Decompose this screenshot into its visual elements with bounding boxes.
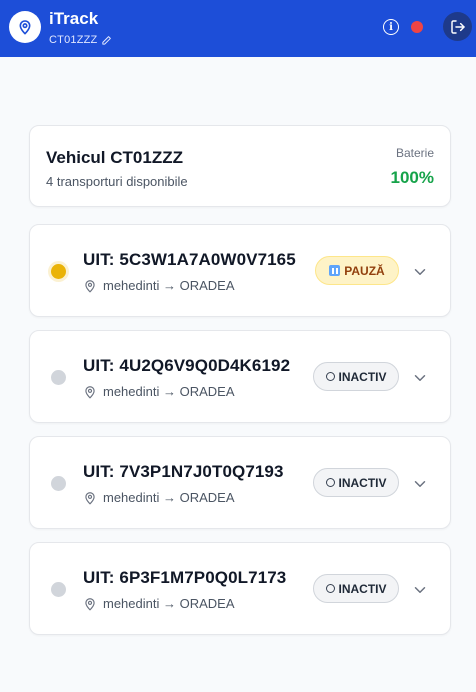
uit-code: UIT: 7V3P1N7J0T0Q7193 <box>83 462 284 481</box>
status-label: INACTIV <box>338 581 387 596</box>
route-text: mehedinti → ORADEA <box>103 278 235 293</box>
transport-status-dot <box>51 370 66 385</box>
map-pin-icon <box>85 597 95 610</box>
transport-status-dot <box>51 264 66 279</box>
transport-route: mehedinti → ORADEA <box>83 596 235 611</box>
app-header: iTrack CT01ZZZ i <box>0 0 476 57</box>
route-text: mehedinti → ORADEA <box>103 490 235 505</box>
status-label: INACTIV <box>338 475 387 490</box>
battery-label: Baterie <box>395 146 434 160</box>
status-badge-inactive[interactable]: INACTIV <box>313 362 399 391</box>
transport-route: mehedinti → ORADEA <box>83 384 235 399</box>
status-badge-inactive[interactable]: INACTIV <box>313 574 399 603</box>
ring-icon <box>325 584 335 593</box>
connection-status-dot <box>411 21 423 33</box>
route-text: mehedinti → ORADEA <box>103 384 235 399</box>
route-text: mehedinti → ORADEA <box>103 596 235 611</box>
logout-icon <box>450 19 465 34</box>
status-label: PAUZĂ <box>344 263 385 278</box>
vehicle-summary-card: Vehicul CT01ZZZ 4 transporturi disponibi… <box>29 125 451 207</box>
ring-icon <box>325 372 335 381</box>
ring-icon <box>325 478 335 487</box>
map-pin-icon <box>85 385 95 398</box>
pause-icon <box>329 265 341 276</box>
transport-card[interactable]: UIT: 6P3F1M7P0Q0L7173 mehedinti → ORADEA… <box>29 542 451 635</box>
transport-route: mehedinti → ORADEA <box>83 278 235 293</box>
info-icon[interactable]: i <box>383 19 399 35</box>
status-badge-pause[interactable]: PAUZĂ <box>315 256 399 285</box>
location-pin-logo-icon <box>9 11 41 43</box>
battery-value: 100% <box>390 168 434 187</box>
transport-status-dot <box>51 582 66 597</box>
status-label: INACTIV <box>338 369 387 384</box>
vehicle-title: Vehicul CT01ZZZ <box>46 148 183 167</box>
vehicle-plate-edit[interactable]: CT01ZZZ <box>49 34 112 46</box>
logout-button[interactable] <box>443 12 472 41</box>
map-pin-icon <box>85 279 95 292</box>
chevron-down-icon[interactable] <box>411 581 429 599</box>
app-title: iTrack <box>49 9 99 28</box>
vehicle-plate: CT01ZZZ <box>49 34 98 46</box>
uit-code: UIT: 4U2Q6V9Q0D4K6192 <box>83 356 291 375</box>
chevron-down-icon[interactable] <box>411 369 429 387</box>
uit-code: UIT: 6P3F1M7P0Q0L7173 <box>83 568 287 587</box>
transport-status-dot <box>51 476 66 491</box>
pencil-icon[interactable] <box>101 35 112 46</box>
map-pin-icon <box>85 491 95 504</box>
transport-route: mehedinti → ORADEA <box>83 490 235 505</box>
uit-code: UIT: 5C3W1A7A0W0V7165 <box>83 250 296 269</box>
transport-card[interactable]: UIT: 7V3P1N7J0T0Q7193 mehedinti → ORADEA… <box>29 436 451 529</box>
chevron-down-icon[interactable] <box>411 263 429 281</box>
transport-card[interactable]: UIT: 4U2Q6V9Q0D4K6192 mehedinti → ORADEA… <box>29 330 451 423</box>
transport-card[interactable]: UIT: 5C3W1A7A0W0V7165 mehedinti → ORADEA… <box>29 224 451 317</box>
transports-available-count: 4 transporturi disponibile <box>46 174 188 189</box>
chevron-down-icon[interactable] <box>411 475 429 493</box>
status-badge-inactive[interactable]: INACTIV <box>313 468 399 497</box>
